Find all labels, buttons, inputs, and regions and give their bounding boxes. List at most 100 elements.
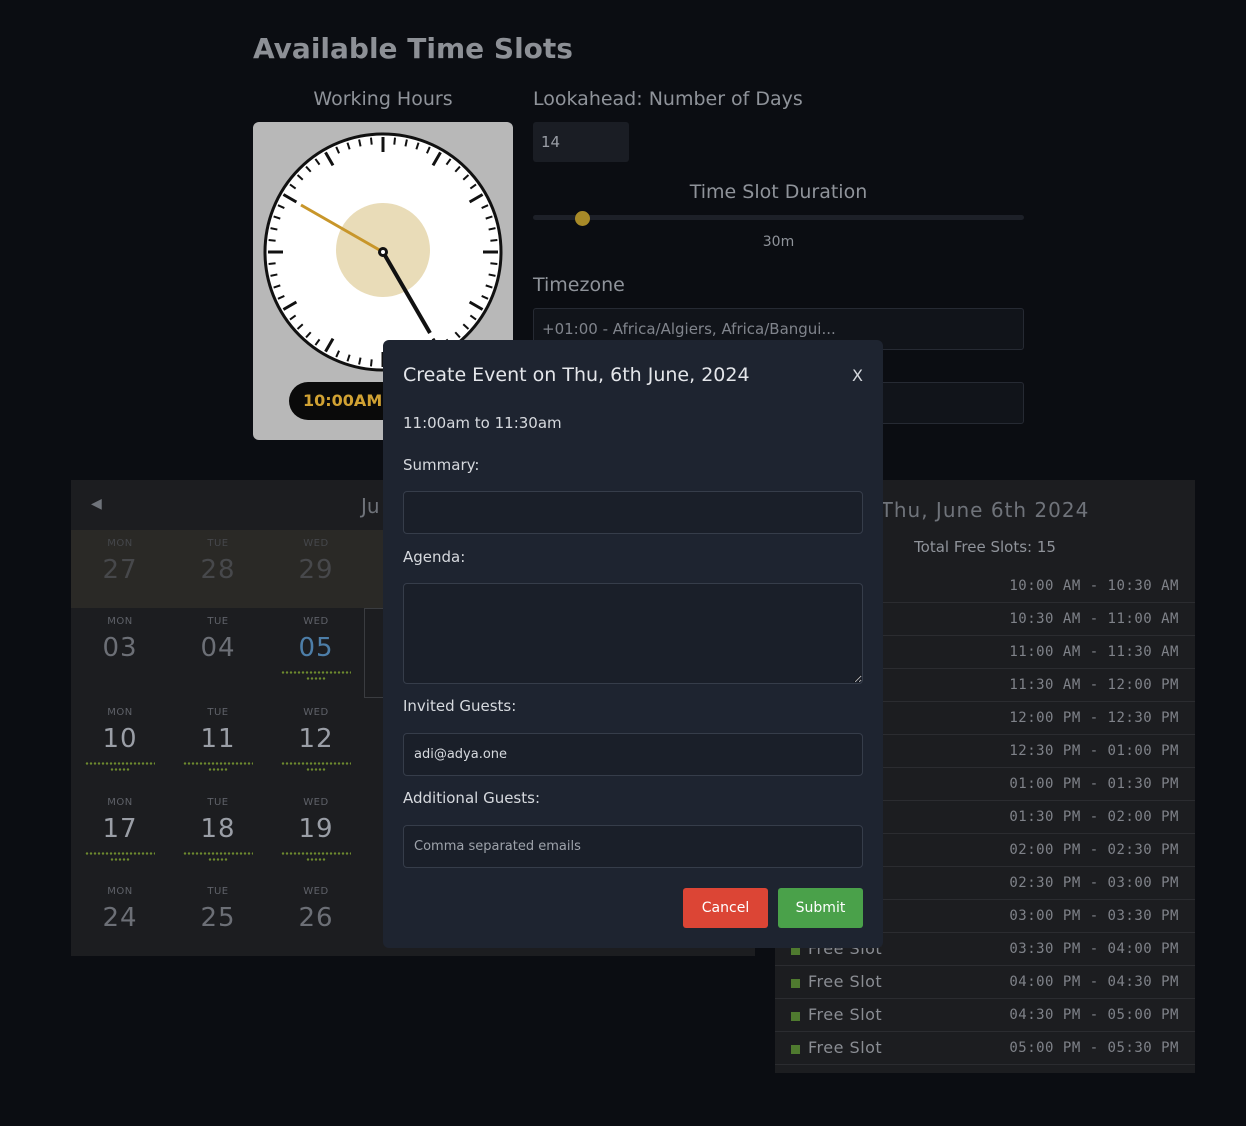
day-number: 28 <box>200 555 236 585</box>
availability-dots <box>281 762 351 765</box>
clock-tick <box>404 139 408 147</box>
day-of-week: TUE <box>207 538 229 549</box>
slot-time: 04:30 PM - 05:00 PM <box>1009 1007 1179 1023</box>
slot-time: 02:30 PM - 03:00 PM <box>1009 875 1179 891</box>
additional-guests-input[interactable] <box>403 825 863 868</box>
clock-tick <box>490 262 498 266</box>
calendar-day[interactable]: TUE 28 <box>169 538 267 585</box>
prev-month-icon[interactable]: ◀ <box>91 496 102 512</box>
clock-tick <box>488 273 496 277</box>
clock-tick <box>358 139 362 147</box>
calendar-day[interactable]: TUE 25 <box>169 886 267 933</box>
slot-time: 11:00 AM - 11:30 AM <box>1009 644 1179 660</box>
clock-tick <box>270 227 278 231</box>
day-of-week: TUE <box>207 616 229 627</box>
availability-dots <box>306 858 326 861</box>
summary-label: Summary: <box>403 456 480 474</box>
slot-row[interactable]: Free Slot 05:00 PM - 05:30 PM <box>775 1032 1195 1065</box>
calendar-day[interactable]: MON 10 <box>71 707 169 771</box>
page-title: Available Time Slots <box>253 32 573 65</box>
availability-dots <box>208 858 228 861</box>
modal-title: Create Event on Thu, 6th June, 2024 <box>403 364 750 386</box>
availability-dots <box>281 852 351 855</box>
slot-time: 01:00 PM - 01:30 PM <box>1009 776 1179 792</box>
availability-dots <box>183 852 253 855</box>
slot-time: 12:00 PM - 12:30 PM <box>1009 710 1179 726</box>
close-icon[interactable]: X <box>852 366 863 385</box>
duration-slider-thumb[interactable] <box>575 211 591 226</box>
calendar-day[interactable]: WED 29 <box>267 538 365 585</box>
day-number: 26 <box>298 903 334 933</box>
day-of-week: MON <box>107 616 133 627</box>
clock-tick <box>268 238 276 242</box>
calendar-day[interactable]: TUE 04 <box>169 616 267 663</box>
day-number: 17 <box>102 814 138 844</box>
calendar-day[interactable]: MON 03 <box>71 616 169 663</box>
invited-guests-input[interactable] <box>403 733 863 776</box>
day-number: 12 <box>298 724 334 754</box>
slot-row[interactable]: Free Slot 04:30 PM - 05:00 PM <box>775 999 1195 1032</box>
day-of-week: MON <box>107 886 133 897</box>
slot-time: 02:00 PM - 02:30 PM <box>1009 842 1179 858</box>
clock-tick <box>488 227 496 231</box>
slot-name: Free Slot <box>808 1005 883 1024</box>
clock-center-dot <box>381 250 385 254</box>
day-number: 24 <box>102 903 138 933</box>
lookahead-input[interactable] <box>533 122 629 162</box>
calendar-day[interactable]: WED 05 <box>267 616 365 680</box>
additional-guests-label: Additional Guests: <box>403 789 540 807</box>
calendar-day[interactable]: TUE 11 <box>169 707 267 771</box>
calendar-day[interactable]: WED 12 <box>267 707 365 771</box>
duration-value: 30m <box>762 234 795 250</box>
lookahead-label: Lookahead: Number of Days <box>533 88 803 110</box>
day-number: 29 <box>298 555 334 585</box>
calendar-day[interactable]: WED 19 <box>267 797 365 861</box>
slot-time: 03:00 PM - 03:30 PM <box>1009 908 1179 924</box>
summary-input[interactable] <box>403 491 863 534</box>
slot-time: 01:30 PM - 02:00 PM <box>1009 809 1179 825</box>
day-number: 11 <box>200 724 236 754</box>
clock-tick <box>393 137 397 145</box>
day-number: 10 <box>102 724 138 754</box>
day-of-week: MON <box>107 797 133 808</box>
slot-name: Free Slot <box>808 972 883 991</box>
create-event-modal: Create Event on Thu, 6th June, 2024 X 11… <box>383 340 883 948</box>
calendar-day[interactable]: WED 26 <box>267 886 365 933</box>
day-of-week: TUE <box>207 886 229 897</box>
day-number: 25 <box>200 903 236 933</box>
calendar-day[interactable]: MON 27 <box>71 538 169 585</box>
availability-dots <box>183 762 253 765</box>
day-number: 05 <box>298 633 334 663</box>
calendar-day[interactable]: MON 24 <box>71 886 169 933</box>
slot-row[interactable]: Free Slot 04:00 PM - 04:30 PM <box>775 966 1195 999</box>
day-number: 03 <box>102 633 138 663</box>
availability-dots <box>306 677 326 680</box>
availability-dots <box>85 852 155 855</box>
slot-time: 11:30 AM - 12:00 PM <box>1009 677 1179 693</box>
slot-time: 10:30 AM - 11:00 AM <box>1009 611 1179 627</box>
slot-time: 10:00 AM - 10:30 AM <box>1009 578 1179 594</box>
clock-tick <box>369 137 373 145</box>
availability-dots <box>281 671 351 674</box>
free-slot-square-icon <box>791 979 800 988</box>
day-of-week: MON <box>107 707 133 718</box>
calendar-day[interactable]: TUE 18 <box>169 797 267 861</box>
clock-tick <box>358 357 362 365</box>
day-number: 19 <box>298 814 334 844</box>
duration-slider-track[interactable] <box>533 215 1024 220</box>
availability-dots <box>110 858 130 861</box>
clock-tick <box>490 238 498 242</box>
day-of-week: WED <box>303 797 329 808</box>
invited-guests-label: Invited Guests: <box>403 697 517 715</box>
cancel-button[interactable]: Cancel <box>683 888 768 928</box>
modal-time-range: 11:00am to 11:30am <box>403 414 562 432</box>
availability-dots <box>110 768 130 771</box>
submit-button[interactable]: Submit <box>778 888 863 928</box>
clock-tick <box>369 359 373 367</box>
duration-label: Time Slot Duration <box>689 181 868 203</box>
agenda-label: Agenda: <box>403 548 466 566</box>
agenda-textarea[interactable] <box>403 583 863 684</box>
calendar-day[interactable]: MON 17 <box>71 797 169 861</box>
calendar-month-title: Ju <box>361 494 380 518</box>
availability-dots <box>208 768 228 771</box>
